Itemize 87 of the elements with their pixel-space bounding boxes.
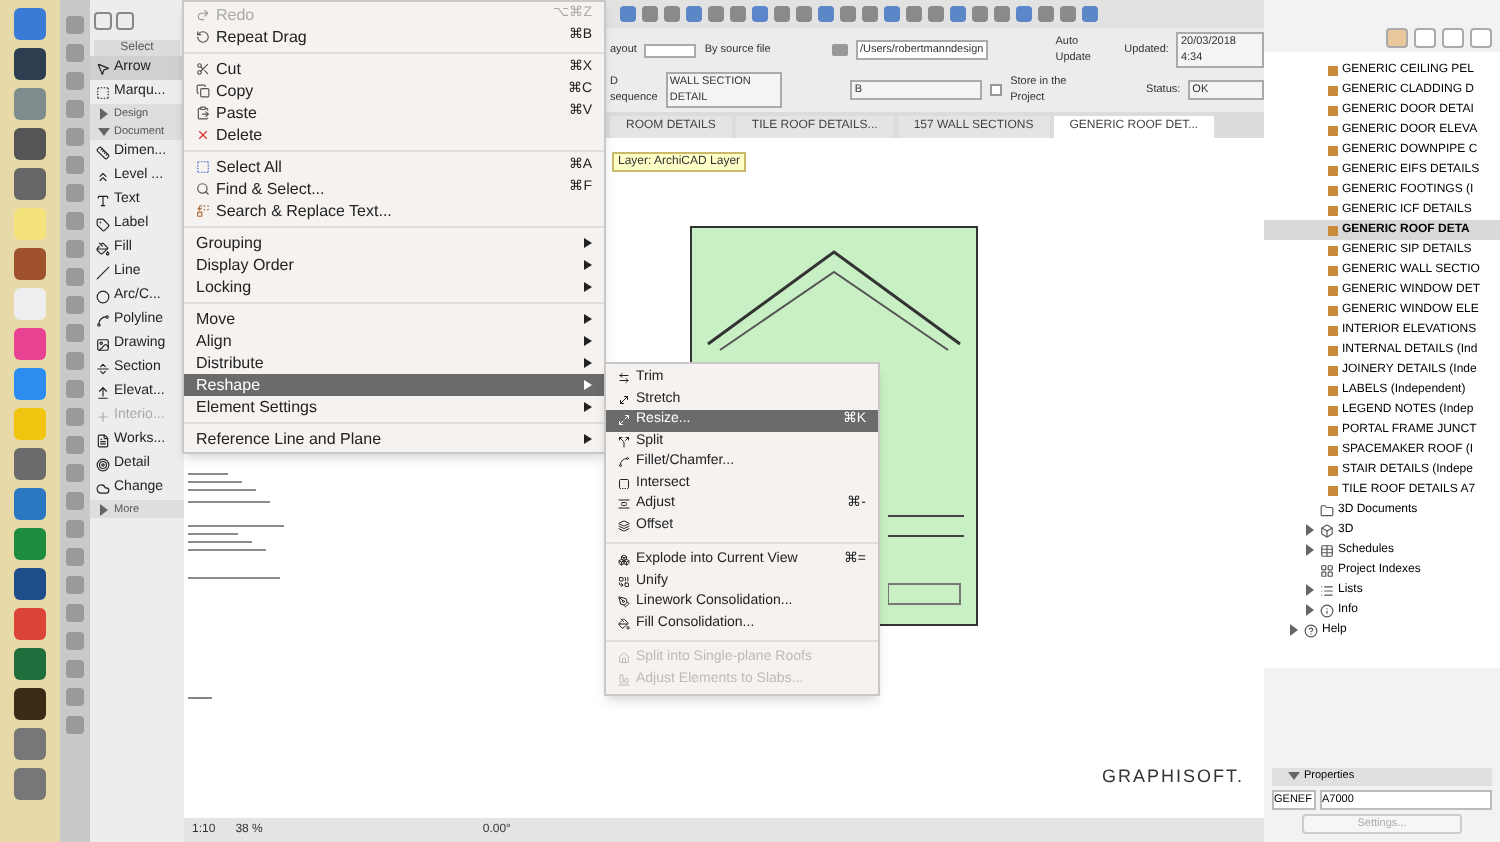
image-icon: [96, 337, 110, 351]
cloud-icon: [96, 481, 110, 495]
redo-icon: [196, 8, 210, 22]
menu-item[interactable]: Grouping: [184, 232, 604, 254]
navigator-icon[interactable]: [1414, 28, 1436, 48]
submenu-arrow-icon: [584, 434, 592, 444]
disclosure-icon[interactable]: [1288, 624, 1300, 636]
target-icon: [96, 457, 110, 471]
folder-icon[interactable]: [832, 44, 848, 56]
spacing-icon: [618, 498, 630, 511]
menu-item[interactable]: Align: [184, 330, 604, 352]
menu-item[interactable]: Element Settings: [184, 396, 604, 418]
repeat-icon: [196, 30, 210, 44]
menu-item[interactable]: Display Order: [184, 254, 604, 276]
submenu-arrow-icon: [584, 314, 592, 324]
circle-icon: [96, 289, 110, 303]
delete-icon: [196, 128, 210, 142]
search-icon: [196, 182, 210, 196]
submenu-arrow-icon: [584, 260, 592, 270]
list-icon: [1320, 583, 1334, 597]
app-icon[interactable]: [14, 128, 46, 160]
app-icon[interactable]: [14, 48, 46, 80]
pointer-icon: [96, 61, 110, 75]
menu-item[interactable]: Locking: [184, 276, 604, 298]
align-icon: [618, 673, 630, 686]
store-checkbox[interactable]: [990, 84, 1003, 96]
navigator-icon[interactable]: [1386, 28, 1408, 48]
navigator-icon[interactable]: [1470, 28, 1492, 48]
submenu-arrow-icon: [584, 238, 592, 248]
app-icon[interactable]: [14, 648, 46, 680]
plus-icon: [96, 409, 110, 423]
help-icon: [1304, 623, 1318, 637]
cube-icon: [1320, 523, 1334, 537]
layers-icon: [618, 519, 630, 532]
marquee-icon: [96, 85, 110, 99]
disclosure-icon[interactable]: [1304, 604, 1316, 616]
dashed-square-icon: [618, 477, 630, 490]
polyline-icon: [96, 313, 110, 327]
menu-item[interactable]: Distribute: [184, 352, 604, 374]
info-icon: [1320, 603, 1334, 617]
submenu-arrow-icon: [584, 358, 592, 368]
app-icon[interactable]: [14, 168, 46, 200]
menu-item[interactable]: Delete: [184, 124, 604, 146]
layout-field[interactable]: [644, 43, 697, 57]
submenu-arrow-icon: [584, 282, 592, 292]
ruler-icon: [96, 145, 110, 159]
section-icon: [96, 361, 110, 375]
disclosure-icon[interactable]: [1304, 544, 1316, 556]
logo-text: GRAPHISOFT.: [1101, 763, 1244, 789]
level-icon: [96, 169, 110, 183]
paint-bucket-icon: [618, 617, 630, 630]
menu-item[interactable]: Reference Line and Plane: [184, 428, 604, 450]
menu-item[interactable]: Search & Replace Text...: [184, 200, 604, 222]
paint-bucket-icon: [96, 241, 110, 255]
elevation-icon: [96, 385, 110, 399]
paste-icon: [196, 106, 210, 120]
menu-item[interactable]: Move: [184, 308, 604, 330]
navigator-icon[interactable]: [1442, 28, 1464, 48]
menu-item[interactable]: Reshape: [184, 374, 604, 396]
app-icon[interactable]: [14, 248, 46, 280]
copy-icon: [196, 84, 210, 98]
text-icon: [96, 193, 110, 207]
folder-icon: [1320, 503, 1334, 517]
app-icon[interactable]: [14, 688, 46, 720]
scissors-icon: [196, 62, 210, 76]
disclosure-icon[interactable]: [1304, 584, 1316, 596]
submenu-arrow-icon: [584, 336, 592, 346]
arrows-icon: [618, 372, 630, 385]
submenu-arrow-icon: [584, 380, 592, 390]
select-all-icon: [196, 160, 210, 174]
house-icon: [618, 652, 630, 665]
curve-icon: [618, 456, 630, 469]
submenu-arrow-icon: [584, 402, 592, 412]
split-icon: [618, 435, 630, 448]
tag-icon: [96, 217, 110, 231]
combine-icon: [618, 575, 630, 588]
document-icon: [96, 433, 110, 447]
disclosure-icon[interactable]: [1304, 524, 1316, 536]
grid-icon: [1320, 563, 1334, 577]
app-icon[interactable]: [14, 568, 46, 600]
pen-icon: [618, 596, 630, 609]
disclosure-icon[interactable]: [98, 503, 110, 515]
disclosure-icon[interactable]: [1288, 770, 1300, 783]
line-icon: [96, 265, 110, 279]
boxes-icon: [618, 554, 630, 567]
table-icon: [1320, 543, 1334, 557]
diagonal-arrow-icon: [618, 393, 630, 406]
